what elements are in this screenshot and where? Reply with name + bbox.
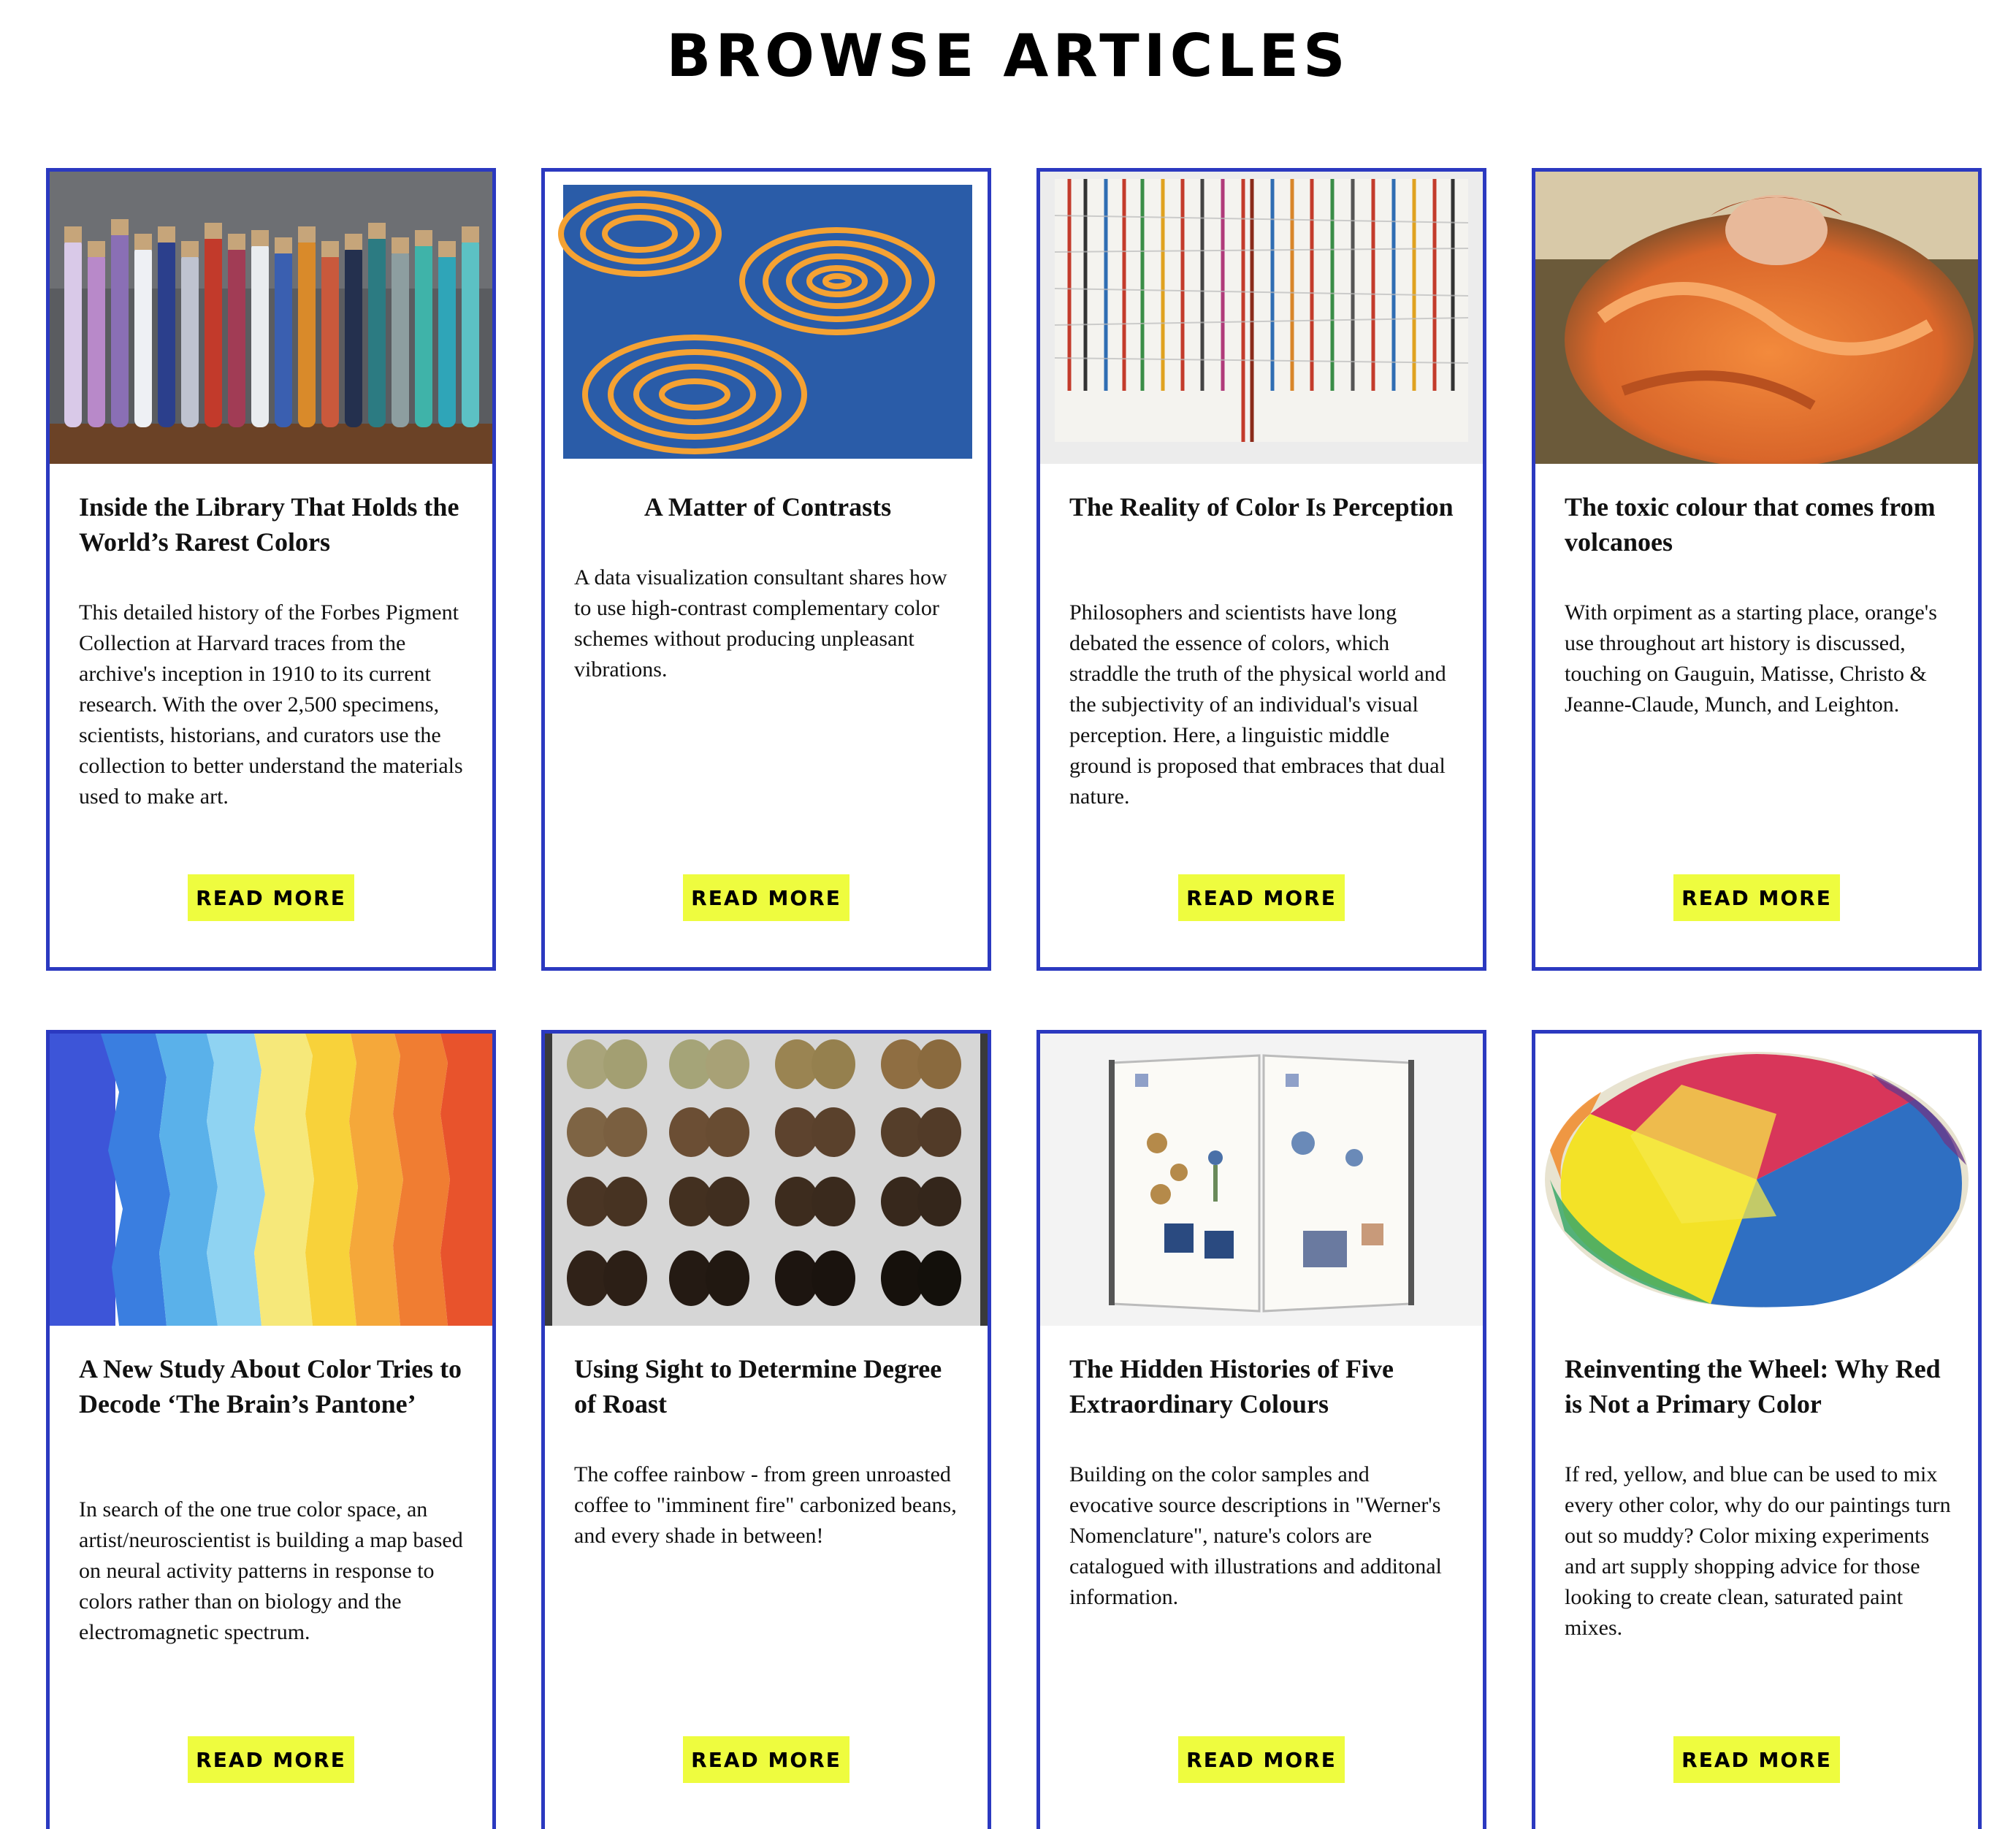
article-description: Philosophers and scientists have long de…	[1069, 600, 1446, 809]
read-more-button[interactable]: READ MORE	[683, 1736, 849, 1783]
article-title[interactable]: The Hidden Histories of Five Extraordina…	[1069, 1351, 1456, 1421]
read-more-button[interactable]: READ MORE	[683, 874, 849, 921]
article-card: The toxic colour that comes from volcano…	[1532, 168, 1982, 971]
article-title[interactable]: The Reality of Color Is Perception	[1069, 489, 1456, 524]
article-thumbnail-color-wheel[interactable]	[1535, 1034, 1978, 1326]
read-more-button[interactable]: READ MORE	[1178, 1736, 1345, 1783]
article-description: With orpiment as a starting place, orang…	[1565, 600, 1937, 717]
article-thumbnail-concentric-circles[interactable]	[545, 172, 988, 464]
article-description: A data visualization consultant shares h…	[574, 565, 947, 681]
page-title: BROWSE ARTICLES	[666, 22, 1350, 90]
read-more-button[interactable]: READ MORE	[1673, 874, 1840, 921]
article-thumbnail-torn-paper-rainbow[interactable]	[50, 1034, 492, 1326]
article-card: A Matter of Contrasts A data visualizati…	[541, 168, 991, 971]
article-description: In search of the one true color space, a…	[79, 1497, 463, 1644]
article-thumbnail-pigment-tubes[interactable]	[50, 172, 492, 464]
article-card: Using Sight to Determine Degree of Roast…	[541, 1030, 991, 1829]
article-card: Reinventing the Wheel: Why Red is Not a …	[1532, 1030, 1982, 1829]
article-description: If red, yellow, and blue can be used to …	[1565, 1462, 1951, 1640]
article-thumbnail-open-book[interactable]	[1040, 1034, 1483, 1326]
article-thumbnail-vertical-stripes[interactable]	[1040, 172, 1483, 464]
article-description: The coffee rainbow - from green unroaste…	[574, 1462, 957, 1548]
article-title[interactable]: A New Study About Color Tries to Decode …	[79, 1351, 466, 1421]
article-title[interactable]: The toxic colour that comes from volcano…	[1565, 489, 1952, 560]
article-title[interactable]: Using Sight to Determine Degree of Roast	[574, 1351, 961, 1421]
article-title[interactable]: A Matter of Contrasts	[574, 489, 961, 524]
article-card: The Reality of Color Is Perception Philo…	[1036, 168, 1486, 971]
article-title[interactable]: Inside the Library That Holds the World’…	[79, 489, 466, 560]
article-description: This detailed history of the Forbes Pigm…	[79, 600, 463, 809]
article-title[interactable]: Reinventing the Wheel: Why Red is Not a …	[1565, 1351, 1952, 1421]
read-more-button[interactable]: READ MORE	[188, 1736, 354, 1783]
article-card: The Hidden Histories of Five Extraordina…	[1036, 1030, 1486, 1829]
article-card: A New Study About Color Tries to Decode …	[46, 1030, 496, 1829]
article-description: Building on the color samples and evocat…	[1069, 1462, 1442, 1609]
read-more-button[interactable]: READ MORE	[1673, 1736, 1840, 1783]
article-thumbnail-flaming-june[interactable]	[1535, 172, 1978, 464]
read-more-button[interactable]: READ MORE	[1178, 874, 1345, 921]
article-card: Inside the Library That Holds the World’…	[46, 168, 496, 971]
read-more-button[interactable]: READ MORE	[188, 874, 354, 921]
article-thumbnail-coffee-beans[interactable]	[545, 1034, 988, 1326]
